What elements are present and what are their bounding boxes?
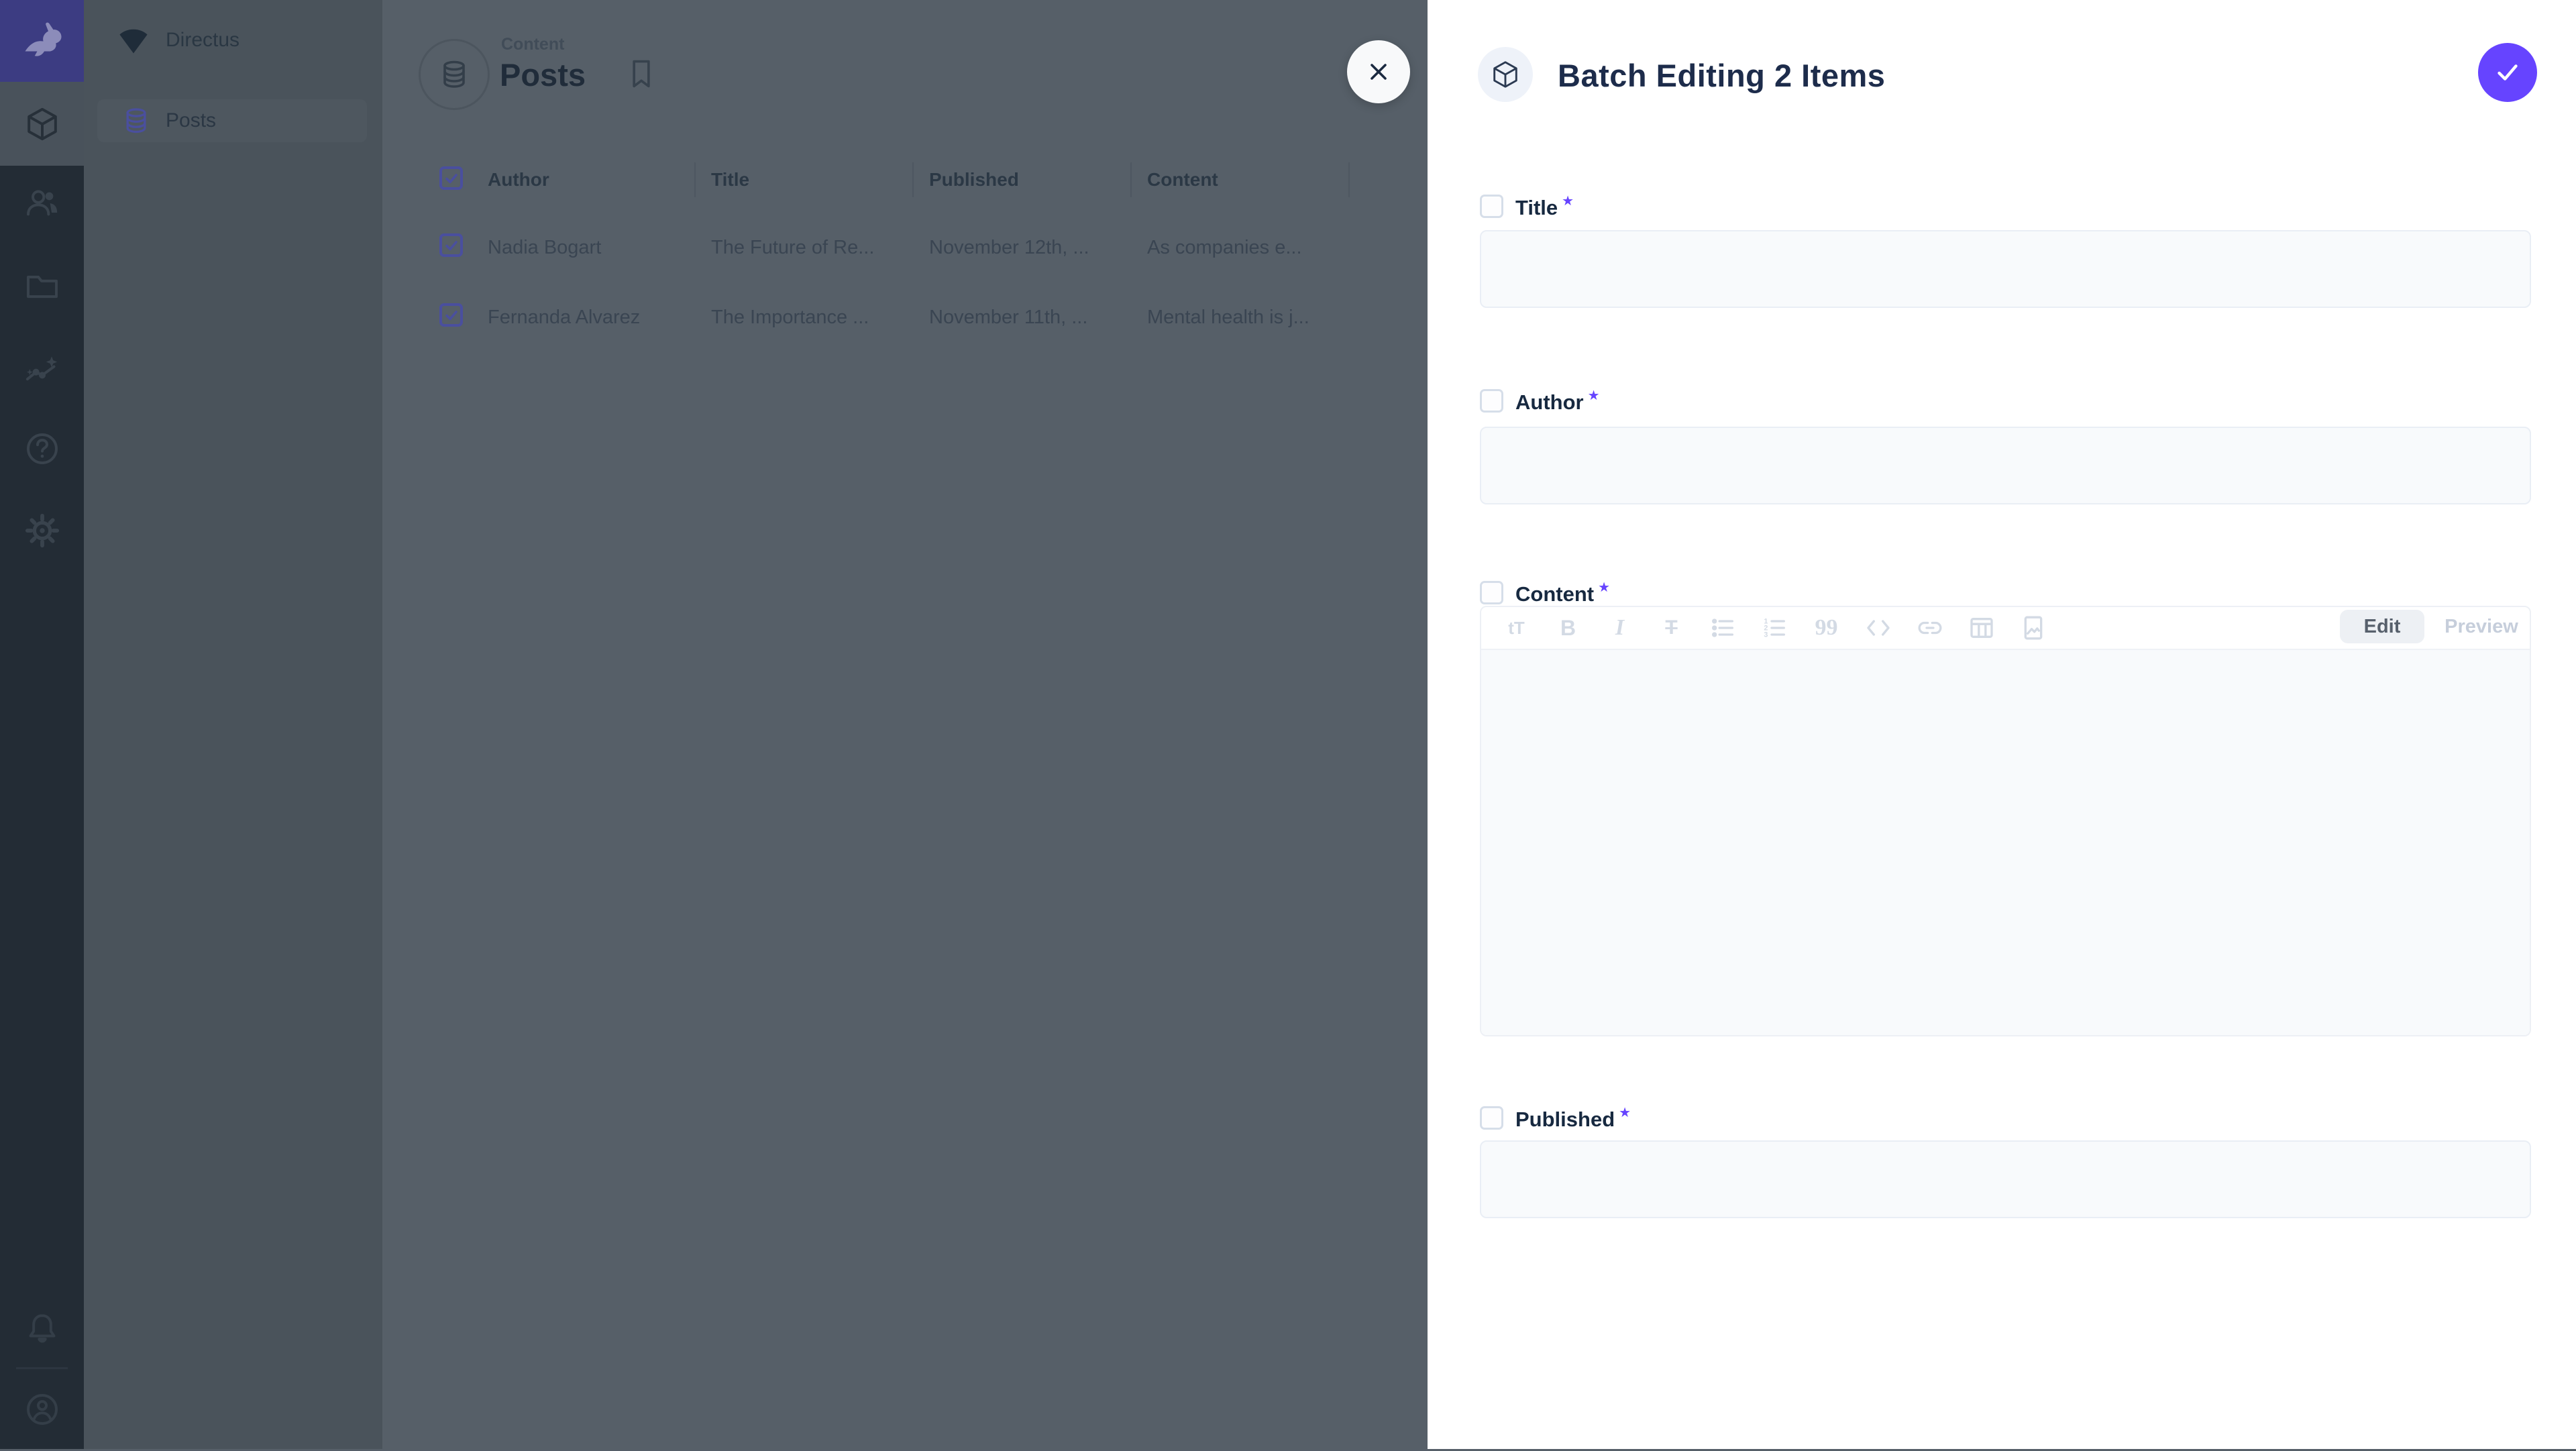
- page-title: Posts: [500, 56, 586, 93]
- required-star-icon: ★: [1619, 1106, 1631, 1120]
- users-icon: [23, 184, 61, 222]
- cell-title: The Importance ...: [711, 307, 869, 329]
- column-header-published[interactable]: Published: [929, 169, 1019, 191]
- image-icon[interactable]: [2007, 608, 2059, 648]
- cell-author: Nadia Bogart: [488, 237, 601, 259]
- cell-published: November 11th, ...: [929, 307, 1087, 329]
- content-page-background: [382, 0, 1428, 1449]
- author-input[interactable]: [1480, 427, 2531, 504]
- italic-icon[interactable]: I: [1594, 608, 1646, 648]
- strikethrough-icon[interactable]: T: [1646, 608, 1697, 648]
- cell-published: November 12th, ...: [929, 237, 1089, 259]
- sidebar-item-posts[interactable]: Posts: [97, 99, 367, 142]
- numbered-list-icon[interactable]: 1 2 3: [1749, 608, 1801, 648]
- sidebar-item-label: Posts: [166, 109, 216, 132]
- account-icon: [23, 1391, 61, 1428]
- title-input[interactable]: [1480, 230, 2531, 308]
- notifications-button[interactable]: [0, 1287, 84, 1371]
- folder-icon: [23, 268, 61, 305]
- field-checkbox-content[interactable]: [1480, 581, 1503, 604]
- module-help[interactable]: [0, 407, 84, 490]
- module-settings[interactable]: [0, 488, 84, 572]
- required-star-icon: ★: [1598, 580, 1610, 595]
- code-icon[interactable]: [1852, 608, 1904, 648]
- format-size-icon[interactable]: tT: [1491, 608, 1542, 648]
- database-icon: [121, 106, 151, 136]
- published-input[interactable]: [1480, 1140, 2531, 1218]
- required-star-icon: ★: [1588, 388, 1600, 403]
- gear-icon: [23, 512, 61, 549]
- module-users[interactable]: [0, 161, 84, 245]
- navigation-panel: [84, 0, 382, 1449]
- bullet-list-icon[interactable]: [1697, 608, 1749, 648]
- table-row[interactable]: Nadia Bogart The Future of Re... Novembe…: [439, 233, 1428, 267]
- module-content[interactable]: [0, 82, 84, 166]
- close-button[interactable]: [1347, 40, 1410, 103]
- markdown-editor: tT B I T 1 2 3 99: [1480, 606, 2531, 1036]
- table-icon[interactable]: [1955, 608, 2007, 648]
- confirm-button[interactable]: [2478, 43, 2537, 102]
- field-checkbox-author[interactable]: [1480, 389, 1503, 413]
- field-checkbox-title[interactable]: [1480, 195, 1503, 218]
- fan-icon: [116, 23, 151, 58]
- tab-preview[interactable]: Preview: [2431, 610, 2532, 643]
- check-icon: [2492, 57, 2523, 88]
- cube-icon: [23, 105, 61, 143]
- cell-content: As companies e...: [1147, 237, 1302, 259]
- module-files[interactable]: [0, 244, 84, 328]
- collection-icon-button[interactable]: [419, 39, 490, 110]
- field-label: Published★: [1515, 1104, 1631, 1132]
- field-checkbox-published[interactable]: [1480, 1106, 1503, 1130]
- insights-icon: [23, 350, 61, 388]
- tab-edit[interactable]: Edit: [2340, 610, 2424, 643]
- column-header-content[interactable]: Content: [1147, 169, 1218, 191]
- project-chooser[interactable]: Directus: [84, 16, 382, 64]
- markdown-editor-textarea[interactable]: [1481, 650, 2530, 1035]
- database-icon: [438, 58, 470, 91]
- field-label: Title★: [1515, 193, 1574, 220]
- column-divider: [694, 162, 696, 197]
- column-divider: [912, 162, 914, 197]
- column-header-author[interactable]: Author: [488, 169, 549, 191]
- module-insights[interactable]: [0, 327, 84, 411]
- link-icon[interactable]: [1904, 608, 1955, 648]
- directus-logo-button[interactable]: [0, 0, 84, 84]
- account-button[interactable]: [0, 1367, 84, 1451]
- project-name: Directus: [166, 29, 239, 52]
- cell-content: Mental health is j...: [1147, 307, 1309, 329]
- column-header-title[interactable]: Title: [711, 169, 749, 191]
- select-all-checkbox[interactable]: [439, 166, 463, 190]
- column-divider: [1130, 162, 1132, 197]
- breadcrumb: Content: [501, 35, 564, 54]
- cell-title: The Future of Re...: [711, 237, 874, 259]
- field-label: Author★: [1515, 387, 1600, 415]
- bold-icon[interactable]: B: [1542, 608, 1594, 648]
- box-icon: [1490, 59, 1521, 90]
- bookmark-icon[interactable]: [624, 56, 659, 91]
- drawer-avatar: [1478, 47, 1533, 102]
- table-row[interactable]: Fernanda Alvarez The Importance ... Nove…: [439, 303, 1428, 337]
- help-icon: [23, 430, 61, 468]
- drawer-title: Batch Editing 2 Items: [1558, 57, 1885, 94]
- field-head-title: Title★: [1480, 193, 1574, 220]
- bell-icon: [23, 1310, 61, 1348]
- field-head-author: Author★: [1480, 387, 1600, 415]
- directus-rabbit-logo: [18, 18, 66, 66]
- row-checkbox[interactable]: [439, 303, 463, 327]
- close-icon: [1364, 57, 1393, 87]
- blockquote-icon[interactable]: 99: [1801, 608, 1852, 648]
- row-checkbox[interactable]: [439, 233, 463, 257]
- svg-text:3: 3: [1764, 631, 1768, 639]
- field-head-content: Content★: [1480, 579, 1610, 606]
- required-star-icon: ★: [1562, 194, 1574, 209]
- cell-author: Fernanda Alvarez: [488, 307, 640, 329]
- field-label: Content★: [1515, 579, 1610, 606]
- field-head-published: Published★: [1480, 1104, 1631, 1132]
- column-divider: [1348, 162, 1350, 197]
